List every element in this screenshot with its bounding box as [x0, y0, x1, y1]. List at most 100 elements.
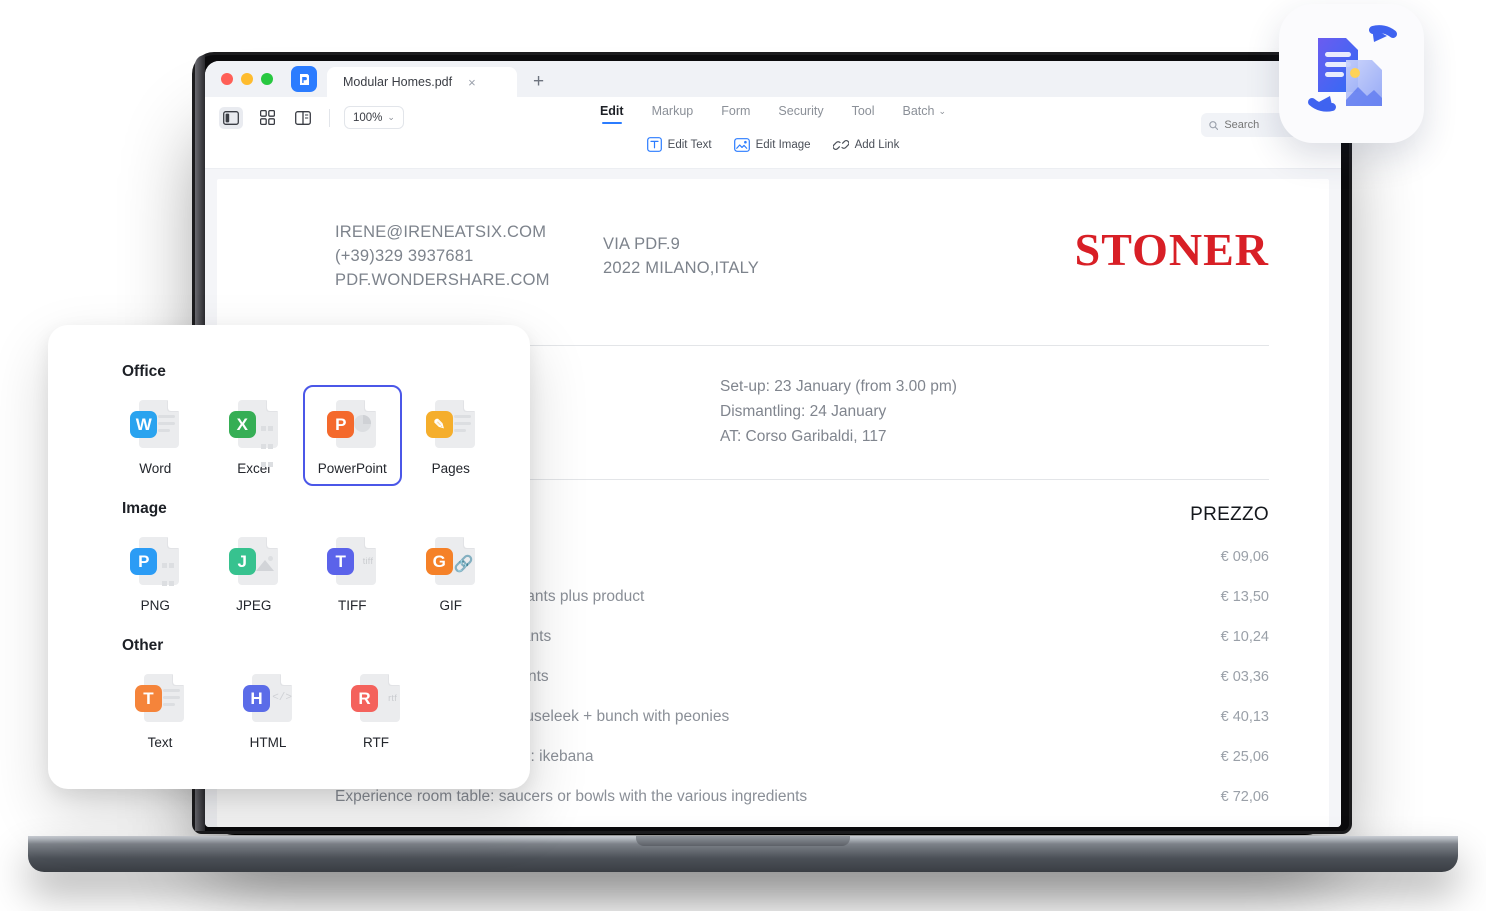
word-file-icon: W: [128, 397, 182, 451]
format-item-excel[interactable]: X Excel: [205, 385, 304, 486]
tab-batch[interactable]: Batch ⌄: [903, 104, 947, 124]
tab-tool-label: Tool: [851, 104, 875, 118]
tab-markup-label: Markup: [651, 104, 694, 118]
format-badge-letter: J: [228, 548, 256, 575]
document-header: IRENE@IRENEATSIX.COM (+39)329 3937681 PD…: [335, 221, 1269, 293]
event-details: Set-up: 23 January (from 3.00 pm) Disman…: [720, 372, 1269, 449]
service-price: € 40,13: [1220, 709, 1269, 726]
format-group-office: W Word X Excel P PowerPoint ✎ Pages: [78, 385, 500, 486]
format-item-gif[interactable]: 🔗 G GIF: [402, 522, 501, 623]
add-link-icon: [832, 139, 849, 150]
service-price: € 03,36: [1220, 669, 1269, 686]
png-file-icon: P: [128, 534, 182, 588]
app-toolbar: 100% ⌄ Edit Markup Form Security Tool Ba…: [205, 97, 1341, 169]
format-item-jpeg[interactable]: J JPEG: [205, 522, 304, 623]
jpeg-file-icon: J: [227, 534, 281, 588]
format-group-image: P PNG J JPEG tiff T TIFF 🔗 G GIF: [78, 522, 500, 623]
contact-website: PDF.WONDERSHARE.COM: [335, 270, 550, 289]
format-group-title-other: Other: [122, 637, 164, 654]
format-badge-letter: P: [327, 411, 355, 438]
format-group-title-office: Office: [122, 363, 166, 380]
service-price: € 09,06: [1220, 549, 1269, 566]
ribbon-tabs: Edit Markup Form Security Tool Batch ⌄: [205, 104, 1341, 124]
window-tab-bar: Modular Homes.pdf × +: [205, 61, 1341, 97]
minimize-window-button[interactable]: [241, 73, 253, 85]
edit-ribbon-actions: Edit Text Edit Image Add Link: [205, 137, 1341, 152]
format-badge-letter: H: [243, 685, 270, 712]
text-file-icon: T: [133, 671, 187, 725]
chevron-down-icon: ⌄: [938, 105, 947, 116]
format-label: TIFF: [338, 598, 367, 613]
tab-edit[interactable]: Edit: [600, 104, 624, 124]
edit-text-button[interactable]: Edit Text: [646, 137, 712, 152]
pdfelement-icon: [291, 66, 317, 92]
html-file-icon: </> H: [241, 671, 295, 725]
format-item-powerpoint[interactable]: P PowerPoint: [303, 385, 402, 486]
format-item-png[interactable]: P PNG: [106, 522, 205, 623]
company-logo: STONER: [1074, 224, 1269, 275]
tab-edit-label: Edit: [599, 104, 624, 118]
format-badge-letter: P: [130, 548, 158, 575]
format-item-word[interactable]: W Word: [106, 385, 205, 486]
format-badge-letter: X: [228, 411, 256, 438]
screenshot-root: Modular Homes.pdf × + 100% ⌄ Edit Markup…: [0, 0, 1486, 911]
format-label: JPEG: [236, 598, 272, 613]
tab-markup[interactable]: Markup: [652, 104, 694, 124]
address-block: VIA PDF.9 2022 MILANO,ITALY: [603, 221, 939, 281]
edit-text-label: Edit Text: [667, 138, 712, 151]
add-link-label: Add Link: [854, 138, 900, 151]
gif-file-icon: 🔗 G: [424, 534, 478, 588]
pages-file-icon: ✎: [424, 397, 478, 451]
rtf-file-icon: rtf R: [349, 671, 403, 725]
format-item-tiff[interactable]: tiff T TIFF: [303, 522, 402, 623]
format-item-html[interactable]: </> H HTML: [214, 659, 322, 760]
service-price: € 72,06: [1220, 789, 1269, 806]
address-street: VIA PDF.9: [603, 235, 681, 253]
format-item-rtf[interactable]: rtf R RTF: [322, 659, 430, 760]
contact-email: IRENE@IRENEATSIX.COM: [335, 223, 547, 241]
format-item-text[interactable]: T Text: [106, 659, 214, 760]
format-label: PowerPoint: [317, 461, 387, 476]
tab-tool[interactable]: Tool: [852, 104, 875, 124]
service-price: € 25,06: [1220, 749, 1269, 766]
format-badge-letter: T: [135, 685, 162, 712]
edit-text-icon: [646, 137, 662, 152]
add-link-button[interactable]: Add Link: [832, 138, 900, 152]
search-icon: [1209, 120, 1219, 130]
window-controls: [221, 61, 273, 97]
contact-phone: (+39)329 3937681: [335, 246, 474, 265]
format-group-title-image: Image: [122, 500, 167, 517]
tab-security[interactable]: Security: [778, 104, 823, 124]
service-price: € 13,50: [1220, 589, 1269, 606]
format-label: Text: [147, 735, 173, 750]
contact-block: IRENE@IRENEATSIX.COM (+39)329 3937681 PD…: [335, 221, 603, 293]
tab-security-label: Security: [778, 104, 824, 118]
format-badge-letter: R: [351, 685, 378, 712]
laptop-base-notch: [636, 836, 850, 846]
format-label: HTML: [249, 735, 287, 750]
format-label: RTF: [363, 735, 389, 750]
close-icon[interactable]: ×: [468, 76, 476, 89]
tab-batch-label: Batch: [902, 104, 935, 118]
convert-file-icon: [1279, 4, 1424, 143]
format-label: GIF: [439, 598, 463, 613]
close-window-button[interactable]: [221, 73, 233, 85]
format-group-other: T Text </> H HTML rtf R RTF: [78, 659, 500, 760]
edit-image-label: Edit Image: [755, 138, 811, 151]
tab-form[interactable]: Form: [721, 104, 750, 124]
tab-form-label: Form: [721, 104, 751, 118]
document-tab[interactable]: Modular Homes.pdf ×: [327, 67, 517, 97]
maximize-window-button[interactable]: [261, 73, 273, 85]
event-location: AT: Corso Garibaldi, 117: [720, 427, 887, 445]
edit-image-button[interactable]: Edit Image: [733, 137, 811, 152]
powerpoint-file-icon: P: [325, 397, 379, 451]
format-badge-letter: G: [425, 548, 453, 575]
format-label: Word: [139, 461, 172, 476]
format-label: PNG: [140, 598, 170, 613]
convert-format-panel: Office W Word X Excel P PowerPoint ✎ Pag…: [48, 325, 530, 789]
format-item-pages[interactable]: ✎ Pages: [402, 385, 501, 486]
new-tab-button[interactable]: +: [533, 71, 544, 93]
format-badge-letter: ✎: [425, 411, 453, 438]
service-price: € 10,24: [1220, 629, 1269, 646]
edit-image-icon: [733, 137, 750, 152]
